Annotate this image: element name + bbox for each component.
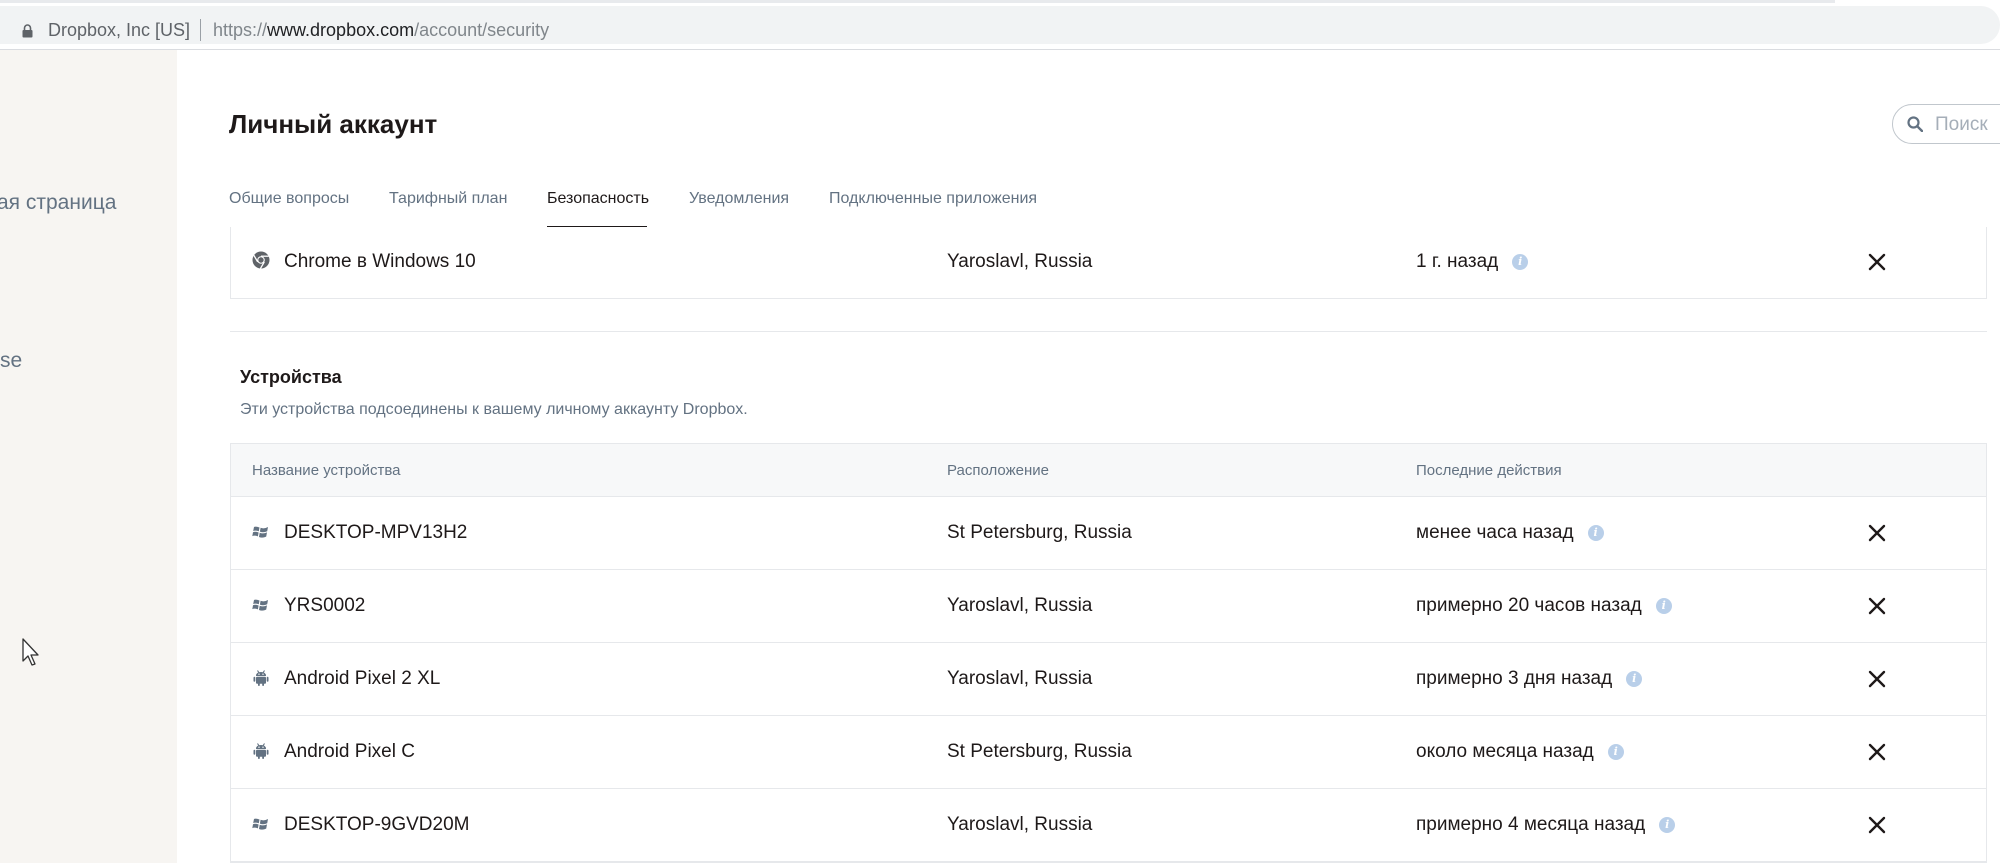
search-icon bbox=[1907, 116, 1923, 132]
devices-section-title: Устройства bbox=[240, 367, 342, 387]
column-header-last-activity: Последние действия bbox=[1416, 462, 1562, 479]
device-name: Android Pixel C bbox=[284, 741, 415, 762]
site-identity[interactable]: Dropbox, Inc [US] bbox=[48, 20, 190, 41]
device-activity: примерно 3 дня назад i bbox=[1416, 668, 1643, 690]
url-path: /account/security bbox=[414, 20, 550, 40]
device-location: Yaroslavl, Russia bbox=[947, 595, 1093, 616]
info-icon[interactable]: i bbox=[1607, 744, 1624, 760]
tab-general[interactable]: Общие вопросы bbox=[229, 190, 349, 220]
info-icon[interactable]: i bbox=[1587, 525, 1604, 541]
device-activity-text: около месяца назад bbox=[1416, 741, 1594, 762]
search-placeholder: Поиск bbox=[1935, 114, 1988, 135]
tab-strip-edge bbox=[0, 0, 1835, 3]
url-scheme: https:// bbox=[213, 20, 268, 40]
devices-table: Название устройства Расположение Последн… bbox=[230, 443, 1987, 863]
sidebar: ая страница se bbox=[0, 50, 177, 863]
tab-security[interactable]: Безопасность bbox=[547, 190, 649, 220]
remove-device-button[interactable] bbox=[1865, 740, 1889, 764]
device-location: St Petersburg, Russia bbox=[947, 741, 1132, 762]
device-activity: около месяца назад i bbox=[1416, 741, 1624, 763]
session-activity-text: 1 г. назад bbox=[1416, 251, 1499, 272]
table-row: DESKTOP-9GVD20M Yaroslavl, Russia пример… bbox=[231, 789, 1986, 862]
section-divider bbox=[230, 331, 1987, 332]
device-activity: примерно 20 часов назад i bbox=[1416, 595, 1672, 617]
table-row: Android Pixel C St Petersburg, Russia ок… bbox=[231, 716, 1986, 789]
column-header-device-name: Название устройства bbox=[252, 462, 401, 479]
device-name: YRS0002 bbox=[284, 595, 366, 616]
chrome-icon bbox=[252, 251, 270, 269]
remove-device-button[interactable] bbox=[1865, 521, 1889, 545]
devices-section-description: Эти устройства подсоединены к вашему лич… bbox=[240, 401, 748, 418]
device-name: Android Pixel 2 XL bbox=[284, 668, 441, 689]
device-activity-text: примерно 4 месяца назад bbox=[1416, 814, 1646, 835]
info-icon[interactable]: i bbox=[1659, 817, 1676, 833]
info-icon[interactable]: i bbox=[1512, 254, 1529, 270]
remove-device-button[interactable] bbox=[1865, 594, 1889, 618]
lock-icon[interactable] bbox=[22, 24, 33, 38]
column-header-location: Расположение bbox=[947, 462, 1049, 479]
device-location: Yaroslavl, Russia bbox=[947, 814, 1093, 835]
omnibox-separator bbox=[200, 19, 201, 41]
windows-icon bbox=[252, 526, 268, 538]
mouse-cursor-icon bbox=[22, 638, 39, 666]
remove-device-button[interactable] bbox=[1865, 813, 1889, 837]
url-host: www.dropbox.com bbox=[267, 20, 415, 40]
device-location: Yaroslavl, Russia bbox=[947, 668, 1093, 689]
tab-connected-apps[interactable]: Подключенные приложения bbox=[829, 190, 1037, 220]
tab-notifications[interactable]: Уведомления bbox=[689, 190, 789, 220]
page-title: Личный аккаунт bbox=[229, 109, 438, 139]
device-name: DESKTOP-MPV13H2 bbox=[284, 522, 468, 543]
info-icon[interactable]: i bbox=[1626, 671, 1643, 687]
android-icon bbox=[253, 743, 269, 759]
info-icon[interactable]: i bbox=[1655, 598, 1672, 614]
table-row: DESKTOP-MPV13H2 St Petersburg, Russia ме… bbox=[231, 497, 1986, 570]
remove-device-button[interactable] bbox=[1865, 667, 1889, 691]
search-input[interactable]: Поиск bbox=[1892, 104, 2000, 144]
revoke-session-button[interactable] bbox=[1865, 250, 1889, 274]
sessions-table: Chrome в Windows 10 Yaroslavl, Russia 1 … bbox=[230, 227, 1987, 299]
table-row: YRS0002 Yaroslavl, Russia примерно 20 ча… bbox=[231, 570, 1986, 643]
devices-table-header: Название устройства Расположение Последн… bbox=[231, 444, 1986, 497]
android-icon bbox=[253, 670, 269, 686]
sidebar-item-partial[interactable]: se bbox=[0, 349, 22, 373]
omnibox[interactable]: Dropbox, Inc [US] https://www.dropbox.co… bbox=[0, 6, 2000, 44]
browser-address-bar: Dropbox, Inc [US] https://www.dropbox.co… bbox=[0, 0, 2000, 50]
device-activity: менее часа назад i bbox=[1416, 522, 1604, 544]
device-activity-text: менее часа назад bbox=[1416, 522, 1574, 543]
device-activity: примерно 4 месяца назад i bbox=[1416, 814, 1676, 836]
sidebar-item-home[interactable]: ая страница bbox=[0, 191, 116, 215]
tab-plan[interactable]: Тарифный план bbox=[389, 190, 507, 220]
windows-icon bbox=[252, 818, 268, 830]
session-location: Yaroslavl, Russia bbox=[947, 251, 1093, 272]
device-activity-text: примерно 20 часов назад bbox=[1416, 595, 1642, 616]
url-text[interactable]: https://www.dropbox.com/account/security bbox=[213, 20, 549, 41]
table-row: Android Pixel 2 XL Yaroslavl, Russia при… bbox=[231, 643, 1986, 716]
session-activity: 1 г. назад i bbox=[1416, 251, 1529, 273]
device-location: St Petersburg, Russia bbox=[947, 522, 1132, 543]
session-name: Chrome в Windows 10 bbox=[284, 251, 476, 272]
device-activity-text: примерно 3 дня назад bbox=[1416, 668, 1613, 689]
windows-icon bbox=[252, 599, 268, 611]
device-name: DESKTOP-9GVD20M bbox=[284, 814, 470, 835]
